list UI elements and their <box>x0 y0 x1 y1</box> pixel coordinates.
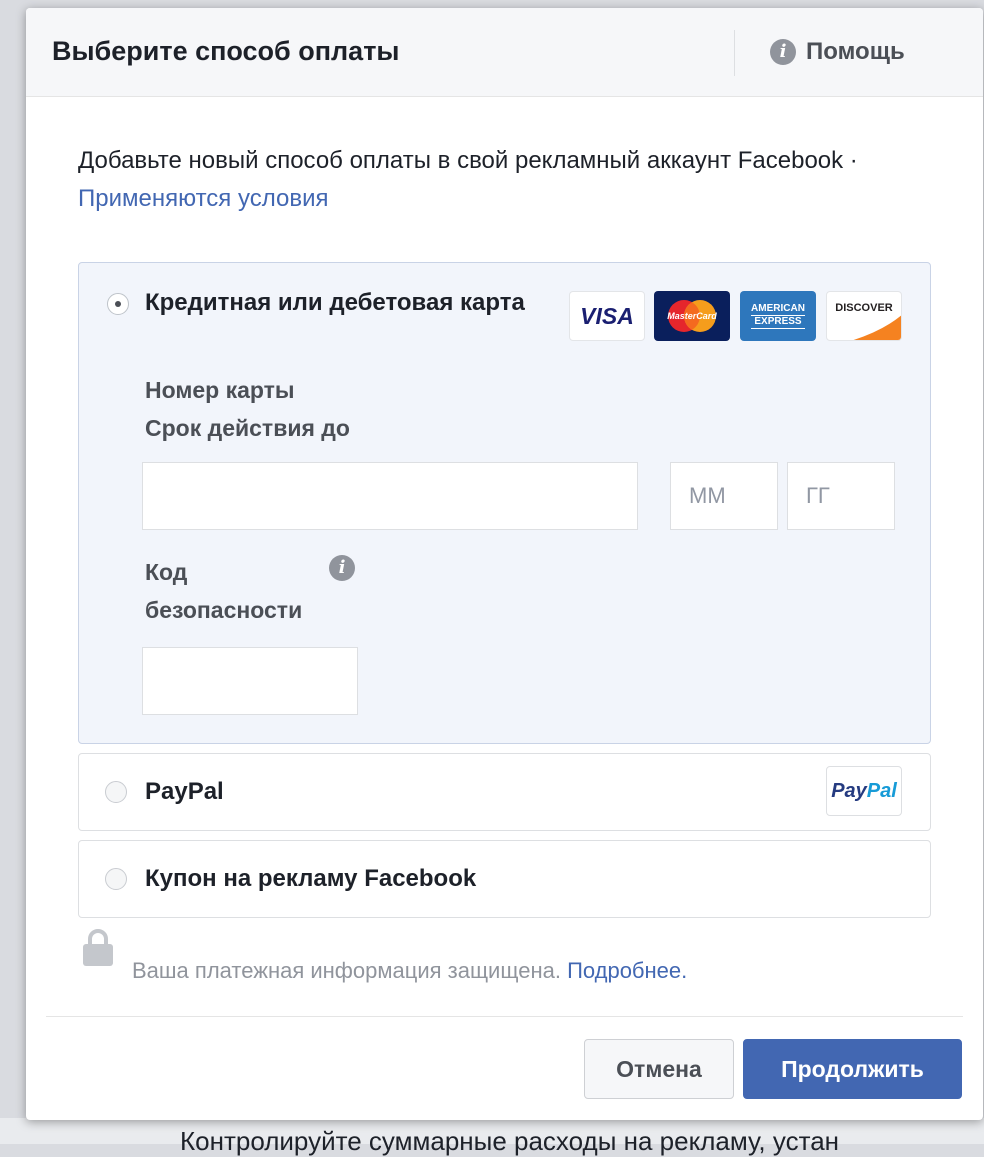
expiry-label: Срок действия до <box>145 415 350 441</box>
dialog-header: Выберите способ оплаты i Помощь <box>26 8 983 97</box>
terms-link[interactable]: Применяются условия <box>78 185 328 212</box>
paypal-option-label: PayPal <box>145 778 224 805</box>
security-code-label-line2: безопасности <box>145 597 303 623</box>
footer-divider <box>46 1016 963 1017</box>
coupon-radio[interactable] <box>105 868 127 890</box>
coupon-option-label: Купон на рекламу Facebook <box>145 865 477 892</box>
info-icon: i <box>770 39 796 65</box>
card-option[interactable]: Кредитная или дебетовая карта VISA Maste… <box>78 262 931 744</box>
amex-logo: AMERICAN EXPRESS <box>740 291 816 341</box>
help-button[interactable]: i Помощь <box>770 38 905 66</box>
help-label: Помощь <box>806 38 905 65</box>
visa-logo-text: VISA <box>580 302 634 329</box>
background-page-text: Контролируйте суммарные расходы на рекла… <box>180 1126 840 1156</box>
card-number-label: Номер карты <box>145 377 295 403</box>
paypal-option[interactable]: PayPal Pay Pal <box>78 753 931 831</box>
amex-line2: EXPRESS <box>751 315 805 329</box>
security-code-label-line1: Код <box>145 559 188 585</box>
header-divider <box>734 30 735 76</box>
continue-button[interactable]: Продолжить <box>743 1039 962 1099</box>
intro-text: Добавьте новый способ оплаты в свой рекл… <box>78 142 878 218</box>
intro-description: Добавьте новый способ оплаты в свой рекл… <box>78 147 858 174</box>
paypal-radio[interactable] <box>105 781 127 803</box>
cancel-button[interactable]: Отмена <box>584 1039 734 1099</box>
paypal-logo-pal: Pal <box>866 779 897 802</box>
dialog-title: Выберите способ оплаты <box>52 36 400 66</box>
card-option-label: Кредитная или дебетовая карта <box>145 289 525 316</box>
security-note: Ваша платежная информация защищена. Подр… <box>132 958 687 984</box>
card-number-input[interactable] <box>142 462 638 530</box>
discover-logo: DISCOVER <box>826 291 902 341</box>
security-code-info-icon[interactable]: i <box>329 555 355 581</box>
coupon-option[interactable]: Купон на рекламу Facebook <box>78 840 931 918</box>
paypal-logo: Pay Pal <box>826 766 902 816</box>
paypal-logo-pay: Pay <box>831 779 867 802</box>
amex-line1: AMERICAN <box>751 303 805 314</box>
security-code-input[interactable] <box>142 647 358 715</box>
lock-icon <box>83 929 113 966</box>
security-note-text: Ваша платежная информация защищена. <box>132 958 568 983</box>
mastercard-logo-text: MasterCard <box>667 311 717 321</box>
discover-swoosh-icon <box>853 315 901 340</box>
expiry-year-input[interactable] <box>787 462 895 530</box>
card-radio[interactable] <box>107 293 129 315</box>
visa-logo: VISA <box>569 291 645 341</box>
mastercard-logo: MasterCard <box>654 291 730 341</box>
amex-logo-text: AMERICAN EXPRESS <box>751 303 805 329</box>
learn-more-link[interactable]: Подробнее. <box>567 958 687 983</box>
expiry-month-input[interactable] <box>670 462 778 530</box>
payment-method-dialog: Выберите способ оплаты i Помощь Добавьте… <box>26 8 983 1120</box>
